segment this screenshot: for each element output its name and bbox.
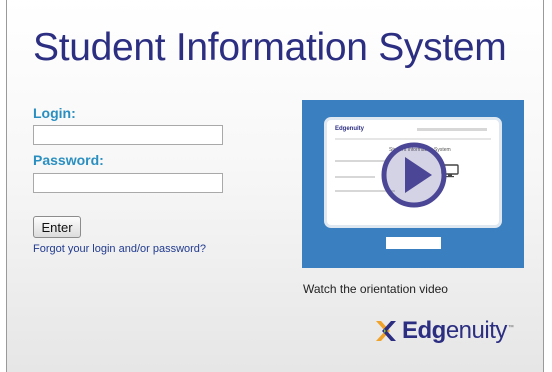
forgot-password-link[interactable]: Forgot your login and/or password? — [33, 243, 206, 255]
edgenuity-logo: Edgenuity ™ — [373, 317, 514, 345]
enter-button[interactable]: Enter — [33, 216, 81, 238]
monitor-stand — [386, 237, 441, 249]
login-input[interactable] — [33, 125, 223, 145]
thumbnail-line — [335, 160, 385, 162]
trademark-mark: ™ — [507, 325, 514, 331]
login-label: Login: — [33, 105, 76, 121]
watch-video-caption[interactable]: Watch the orientation video — [303, 282, 448, 296]
thumbnail-divider — [335, 138, 491, 140]
password-label: Password: — [33, 152, 104, 168]
thumbnail-logo: Edgenuity — [335, 126, 365, 132]
brand-name-rest: enuity — [445, 317, 508, 344]
play-icon[interactable] — [380, 141, 448, 209]
brand-name-bold: Edg — [402, 317, 446, 344]
page-title: Student Information System — [33, 26, 507, 69]
orientation-video-thumbnail[interactable]: Edgenuity Student Information System — [302, 100, 524, 268]
thumbnail-line — [335, 176, 375, 178]
password-input[interactable] — [33, 173, 223, 193]
thumbnail-bar — [417, 128, 487, 131]
brand-name: Edgenuity — [402, 317, 507, 345]
login-panel: Student Information System Login: Passwo… — [6, 0, 544, 372]
edgenuity-x-logo-icon — [376, 321, 396, 341]
